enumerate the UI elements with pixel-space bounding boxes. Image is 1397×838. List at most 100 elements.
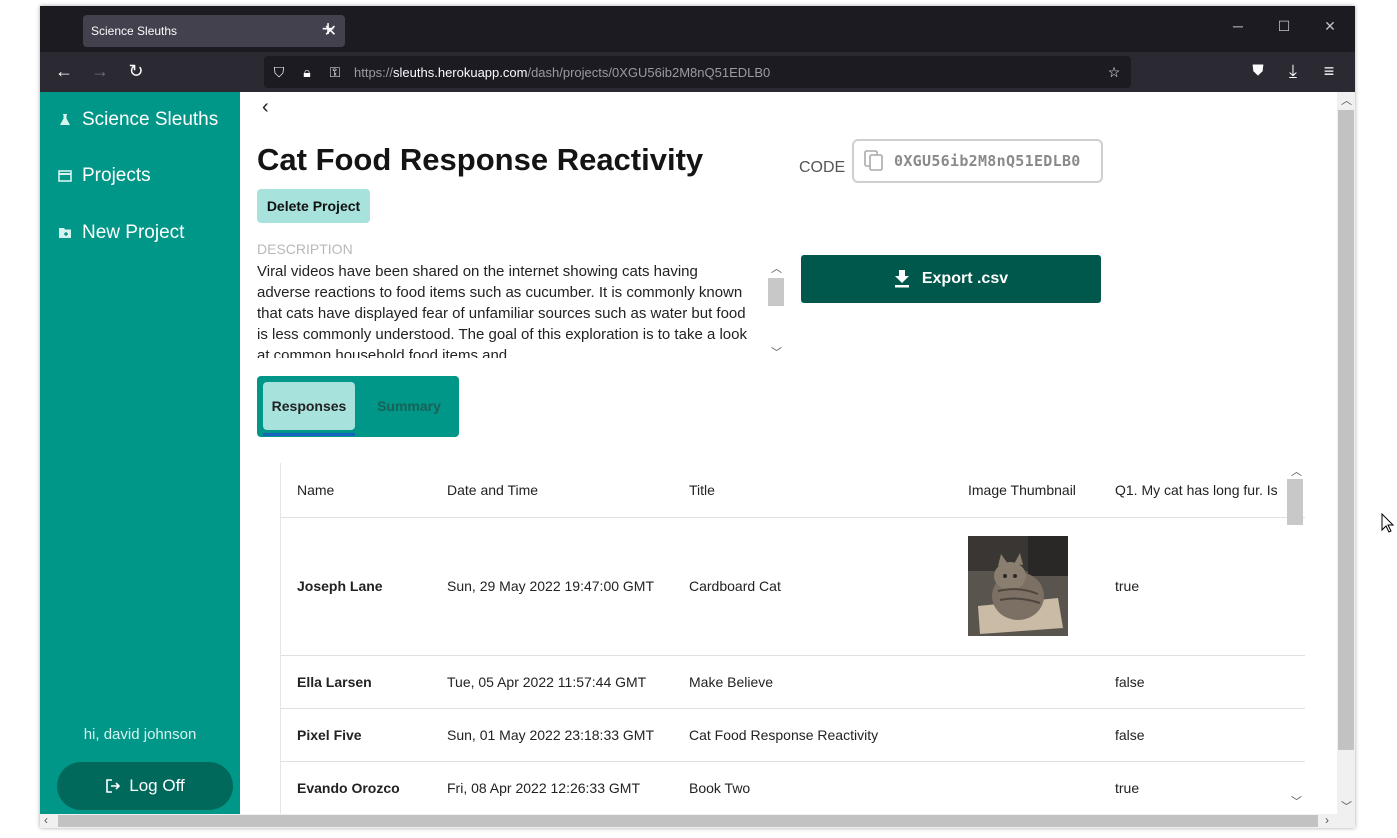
mouse-cursor-icon [1381, 513, 1395, 533]
cell-thumbnail [952, 708, 1099, 762]
back-arrow-icon[interactable]: ← [52, 61, 76, 81]
download-icon [894, 270, 909, 288]
cat-thumbnail-image[interactable] [968, 536, 1068, 636]
scroll-up-icon[interactable]: ︿ [1291, 463, 1302, 479]
page-title: Cat Food Response Reactivity [257, 142, 704, 177]
pocket-icon[interactable]: ⛊ [1246, 61, 1270, 81]
cell-name: Pixel Five [281, 708, 431, 762]
scroll-thumb[interactable] [58, 815, 1318, 827]
page-content: Science Sleuths Projects New Project hi,… [40, 92, 1355, 828]
cell-q1: false [1099, 708, 1305, 762]
page-vertical-scrollbar[interactable]: ︿ ﹀ [1337, 92, 1355, 814]
browser-toolbar: ← → ↻ ⛉ 🔒︎ ⚿ https://sleuths.herokuapp.c… [40, 52, 1355, 92]
key-icon[interactable]: ⚿ [326, 64, 344, 81]
scroll-down-icon[interactable]: ﹀ [771, 344, 782, 360]
bookmark-star-icon[interactable]: ☆ [1105, 64, 1123, 81]
browser-tab[interactable]: Science Sleuths ✕ [83, 15, 345, 47]
table-row[interactable]: Pixel Five Sun, 01 May 2022 23:18:33 GMT… [281, 708, 1305, 762]
delete-project-button[interactable]: Delete Project [257, 189, 370, 223]
scroll-down-icon[interactable]: ﹀ [1341, 798, 1352, 814]
url-path: /dash/projects/0XGU56ib2M8nQ51EDLB0 [527, 65, 771, 80]
scroll-up-icon[interactable]: ︿ [1341, 92, 1352, 108]
reload-icon[interactable]: ↻ [124, 61, 148, 81]
tab-strip: Science Sleuths ✕ + ─ ☐ ✕ [40, 6, 1355, 52]
description-text: Viral videos have been shared on the int… [257, 263, 747, 358]
downloads-icon[interactable]: ⤓ [1281, 61, 1305, 81]
column-header[interactable]: Date and Time [431, 463, 673, 518]
cell-date: Tue, 05 Apr 2022 11:57:44 GMT [431, 655, 673, 709]
description-scrollbar[interactable]: ︿ ﹀ [767, 260, 785, 360]
cell-q1: true [1099, 761, 1305, 815]
cell-date: Sun, 29 May 2022 19:47:00 GMT [431, 517, 673, 656]
scroll-thumb[interactable] [1338, 110, 1354, 750]
address-bar[interactable]: ⛉ 🔒︎ ⚿ https://sleuths.herokuapp.com/das… [264, 56, 1131, 88]
sidebar-item-science-sleuths[interactable]: Science Sleuths [58, 109, 218, 131]
cell-name: Joseph Lane [281, 517, 431, 656]
page-horizontal-scrollbar[interactable]: ‹ › [40, 813, 1355, 828]
minimize-button[interactable]: ─ [1215, 18, 1261, 34]
lock-icon[interactable]: 🔒︎ [298, 64, 316, 81]
cell-date: Sun, 01 May 2022 23:18:33 GMT [431, 708, 673, 762]
export-csv-button[interactable]: Export .csv [801, 255, 1101, 303]
sidebar-item-label: Science Sleuths [82, 109, 219, 130]
browser-window: Science Sleuths ✕ + ─ ☐ ✕ ← → ↻ ⛉ 🔒︎ ⚿ h… [40, 6, 1355, 828]
scroll-thumb[interactable] [1287, 479, 1303, 525]
browser-tab-title: Science Sleuths [91, 24, 178, 38]
responses-table: Name Date and Time Title Image Thumbnail… [280, 463, 1305, 828]
column-header[interactable]: Name [281, 463, 431, 518]
forward-arrow-icon[interactable]: → [88, 61, 112, 81]
maximize-button[interactable]: ☐ [1261, 18, 1307, 35]
view-tabs: Responses Summary [257, 376, 459, 437]
project-code-box[interactable]: 0XGU56ib2M8nQ51EDLB0 [852, 139, 1103, 183]
cell-title: Book Two [673, 761, 952, 815]
description-label: DESCRIPTION [257, 241, 353, 257]
tab-summary[interactable]: Summary [369, 382, 449, 430]
scroll-down-icon[interactable]: ﹀ [1291, 793, 1302, 809]
back-chevron-icon[interactable]: ‹ [262, 96, 269, 119]
cell-q1: false [1099, 655, 1305, 709]
shield-icon[interactable]: ⛉ [270, 64, 288, 81]
scroll-up-icon[interactable]: ︿ [771, 260, 782, 276]
table-row[interactable]: Evando Orozco Fri, 08 Apr 2022 12:26:33 … [281, 761, 1305, 815]
table-header-row: Name Date and Time Title Image Thumbnail… [281, 463, 1305, 518]
tab-responses[interactable]: Responses [263, 382, 355, 430]
url-text[interactable]: https://sleuths.herokuapp.com/dash/proje… [354, 65, 770, 80]
scroll-left-icon[interactable]: ‹ [44, 813, 48, 827]
window-close-button[interactable]: ✕ [1307, 18, 1353, 35]
main-panel: ‹ Cat Food Response Reactivity CODE 0XGU… [240, 92, 1355, 828]
menu-icon[interactable]: ≡ [1317, 61, 1341, 81]
table-row[interactable]: Ella Larsen Tue, 05 Apr 2022 11:57:44 GM… [281, 655, 1305, 709]
flask-icon [60, 114, 70, 125]
scroll-right-icon[interactable]: › [1325, 813, 1329, 827]
new-tab-button[interactable]: + [316, 16, 340, 42]
export-label: Export .csv [921, 270, 1009, 287]
column-header[interactable]: Q1. My cat has long fur. Is [1099, 463, 1305, 518]
copy-icon[interactable] [864, 150, 884, 172]
cell-title: Make Believe [673, 655, 952, 709]
cell-title: Cat Food Response Reactivity [673, 708, 952, 762]
sidebar-item-label: Projects [82, 165, 151, 186]
sidebar-item-projects[interactable]: Projects [58, 165, 151, 187]
cell-title: Cardboard Cat [673, 517, 952, 656]
card-icon [58, 170, 72, 182]
logout-icon [106, 779, 121, 793]
cell-q1: true [1099, 517, 1305, 656]
cell-name: Ella Larsen [281, 655, 431, 709]
cell-thumbnail [952, 761, 1099, 815]
folder-plus-icon [59, 228, 71, 238]
cell-name: Evando Orozco [281, 761, 431, 815]
column-header[interactable]: Title [673, 463, 952, 518]
code-label: CODE [799, 159, 846, 176]
sidebar: Science Sleuths Projects New Project hi,… [40, 92, 240, 828]
column-header[interactable]: Image Thumbnail [952, 463, 1099, 518]
table-row[interactable]: Joseph Lane Sun, 29 May 2022 19:47:00 GM… [281, 517, 1305, 656]
cell-date: Fri, 08 Apr 2022 12:26:33 GMT [431, 761, 673, 815]
cell-thumbnail [952, 517, 1099, 656]
scroll-thumb[interactable] [768, 278, 784, 306]
log-off-button[interactable]: Log Off [57, 762, 233, 810]
table-scrollbar[interactable]: ︿ ﹀ [1286, 463, 1304, 808]
cell-thumbnail [952, 655, 1099, 709]
sidebar-item-new-project[interactable]: New Project [58, 222, 184, 244]
url-prefix: https:// [354, 65, 394, 80]
sidebar-item-label: New Project [82, 222, 185, 243]
